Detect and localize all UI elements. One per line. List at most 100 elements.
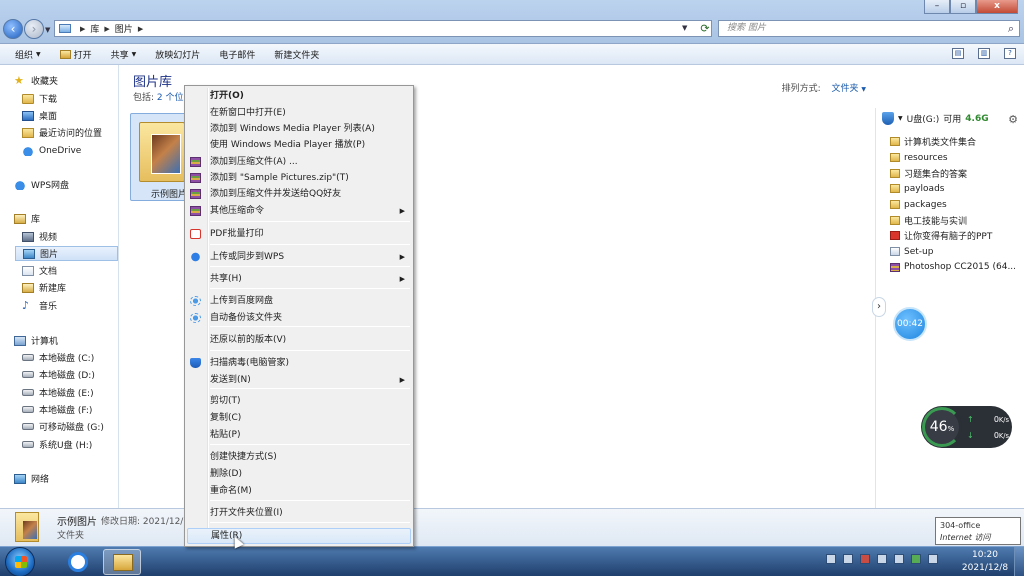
menu-item-share[interactable]: 共享(H) ▶	[187, 271, 411, 287]
menu-item-scan-virus[interactable]: 扫描病毒(电脑管家)	[187, 355, 411, 371]
network-icon[interactable]	[894, 554, 904, 564]
new-folder-button[interactable]: 新建文件夹	[274, 48, 319, 61]
menu-item-upload-sync-wps[interactable]: 上传或同步到WPS ▶	[187, 249, 411, 265]
email-button[interactable]: 电子邮件	[219, 48, 255, 61]
menu-item-add-to-wmp-list[interactable]: 添加到 Windows Media Player 列表(A)	[187, 121, 411, 137]
chevron-down-icon[interactable]: ▼	[861, 86, 866, 93]
usb-file-item[interactable]: resources	[890, 150, 1016, 166]
nav-drive-d[interactable]: 本地磁盘 (D:)	[22, 367, 95, 382]
menu-item-send-to[interactable]: 发送到(N) ▶	[187, 372, 411, 388]
menu-item-pdf-batch-print[interactable]: PDF批量打印	[187, 226, 411, 242]
close-button[interactable]: x	[976, 0, 1018, 14]
menu-item-add-to-archive[interactable]: 添加到压缩文件(A) ...	[187, 154, 411, 170]
menu-item-open-new-window[interactable]: 在新窗口中打开(E)	[187, 105, 411, 121]
nav-drive-c[interactable]: 本地磁盘 (C:)	[22, 350, 94, 365]
nav-music[interactable]: ♪ 音乐	[22, 298, 57, 313]
preview-pane-icon[interactable]: ▥	[978, 48, 990, 59]
back-button[interactable]: ‹	[3, 19, 23, 39]
folder-item[interactable]: 示例图片	[130, 113, 190, 201]
nav-documents[interactable]: 文档	[22, 263, 57, 278]
chevron-right-icon[interactable]: ▶	[138, 25, 143, 33]
menu-item-rename[interactable]: 重命名(M)	[187, 483, 411, 499]
usb-file-item[interactable]: 习题集合的答案	[890, 165, 1016, 181]
security-icon[interactable]	[860, 554, 870, 564]
address-dropdown[interactable]: ▼	[682, 24, 687, 32]
address-bar[interactable]: ▶ 库 ▶ 图片 ▶	[54, 20, 712, 37]
nav-pictures[interactable]: 图片	[15, 246, 118, 261]
menu-item-upload-baidu[interactable]: 上传到百度网盘	[187, 293, 411, 309]
help-icon[interactable]: ?	[1004, 48, 1016, 59]
slideshow-button[interactable]: 放映幻灯片	[155, 48, 200, 61]
menu-item-delete[interactable]: 删除(D)	[187, 466, 411, 482]
search-input[interactable]: 搜索 图片 ⌕	[718, 20, 1020, 37]
volume-icon[interactable]	[928, 554, 938, 564]
chevron-right-icon[interactable]: ▶	[80, 25, 85, 33]
usb-panel-header[interactable]: ▼ U盘(G:) 可用 4.6G	[882, 112, 989, 125]
usb-file-item[interactable]: Set-up	[890, 244, 1016, 260]
menu-item-copy[interactable]: 复制(C)	[187, 410, 411, 426]
nav-new-library[interactable]: 新建库	[22, 280, 66, 295]
explorer-taskbar-button[interactable]	[103, 549, 141, 575]
gear-icon[interactable]: ⚙	[1008, 113, 1018, 126]
nav-drive-g[interactable]: 可移动磁盘 (G:)	[22, 419, 104, 434]
network-speed-widget[interactable]: 46% ↑ 0K/s ↓ 0K/s	[921, 406, 1012, 448]
open-button[interactable]: 打开	[59, 48, 92, 61]
chevron-right-icon[interactable]: ›	[872, 297, 886, 317]
menu-item-create-shortcut[interactable]: 创建快捷方式(S)	[187, 449, 411, 465]
nav-recent[interactable]: 最近访问的位置	[22, 125, 102, 140]
usb-file-item[interactable]: 电工技能与实训	[890, 212, 1016, 228]
refresh-icon[interactable]: ⟳	[698, 21, 712, 36]
menu-item-cut[interactable]: 剪切(T)	[187, 393, 411, 409]
menu-item-more-archive-commands[interactable]: 其他压缩命令 ▶	[187, 203, 411, 219]
nav-favorites[interactable]: ★ 收藏夹	[14, 73, 58, 88]
nav-network[interactable]: 网络	[14, 471, 49, 486]
breadcrumb-pictures[interactable]: 图片	[115, 22, 133, 35]
recent-pages-dropdown[interactable]: ▼	[45, 26, 50, 34]
nav-drive-h[interactable]: 系统U盘 (H:)	[22, 437, 92, 452]
change-view-icon[interactable]: ▤	[952, 48, 964, 59]
battery-icon[interactable]	[911, 554, 921, 564]
clock[interactable]: 10:20 2021/12/8	[955, 549, 1015, 575]
chevron-down-icon[interactable]: ▼	[898, 115, 903, 122]
share-button[interactable]: 共享 ▼	[111, 48, 137, 61]
menu-item-add-to-zip[interactable]: 添加到 "Sample Pictures.zip"(T)	[187, 170, 411, 186]
baidu-netdisk-taskbar-button[interactable]	[59, 549, 97, 575]
display-icon[interactable]	[877, 554, 887, 564]
usb-file-item[interactable]: 计算机类文件集合	[890, 134, 1016, 150]
chevron-right-icon[interactable]: ▶	[104, 25, 109, 33]
menu-item-open-folder-location[interactable]: 打开文件夹位置(I)	[187, 505, 411, 521]
menu-item-restore-previous-versions[interactable]: 还原以前的版本(V)	[187, 332, 411, 348]
nav-wps[interactable]: WPS网盘	[14, 177, 69, 192]
nav-drive-e[interactable]: 本地磁盘 (E:)	[22, 385, 94, 400]
nav-drive-f[interactable]: 本地磁盘 (F:)	[22, 402, 92, 417]
breadcrumb-library[interactable]: 库	[90, 22, 99, 35]
usb-file-item[interactable]: packages	[890, 197, 1016, 213]
organize-button[interactable]: 组织 ▼	[15, 48, 41, 61]
menu-item-properties[interactable]: 属性(R)	[187, 528, 411, 544]
nav-videos[interactable]: 视频	[22, 229, 57, 244]
usb-file-item[interactable]: Photoshop CC2015 (64...	[890, 260, 1016, 276]
arrange-dropdown[interactable]: 文件夹	[831, 84, 858, 94]
timer-widget[interactable]: 00:42	[893, 307, 927, 341]
usb-file-item[interactable]: payloads	[890, 181, 1016, 197]
nav-computer[interactable]: 计算机	[14, 333, 58, 348]
usb-file-item[interactable]: 让你变得有脑子的PPT	[890, 228, 1016, 244]
forward-button[interactable]: ›	[24, 19, 44, 39]
keyboard-icon[interactable]	[826, 554, 836, 564]
search-icon[interactable]: ⌕	[1008, 21, 1014, 36]
start-button[interactable]	[3, 547, 37, 576]
minimize-button[interactable]: –	[924, 0, 950, 14]
menu-item-open[interactable]: 打开(O)	[187, 88, 411, 104]
menu-item-archive-send-qq[interactable]: 添加到压缩文件并发送给QQ好友	[187, 186, 411, 202]
includes-link[interactable]: 2 个位	[157, 93, 184, 103]
chevron-up-icon[interactable]	[843, 554, 853, 564]
menu-item-auto-backup-folder[interactable]: 自动备份该文件夹	[187, 310, 411, 326]
menu-item-paste[interactable]: 粘贴(P)	[187, 427, 411, 443]
show-desktop-button[interactable]	[1014, 547, 1024, 576]
nav-desktop[interactable]: 桌面	[22, 108, 57, 123]
menu-item-play-with-wmp[interactable]: 使用 Windows Media Player 播放(P)	[187, 137, 411, 153]
nav-onedrive[interactable]: OneDrive	[22, 143, 81, 158]
nav-libraries[interactable]: 库	[14, 211, 40, 226]
maximize-button[interactable]: ▫	[950, 0, 976, 14]
nav-downloads[interactable]: 下载	[22, 91, 57, 106]
